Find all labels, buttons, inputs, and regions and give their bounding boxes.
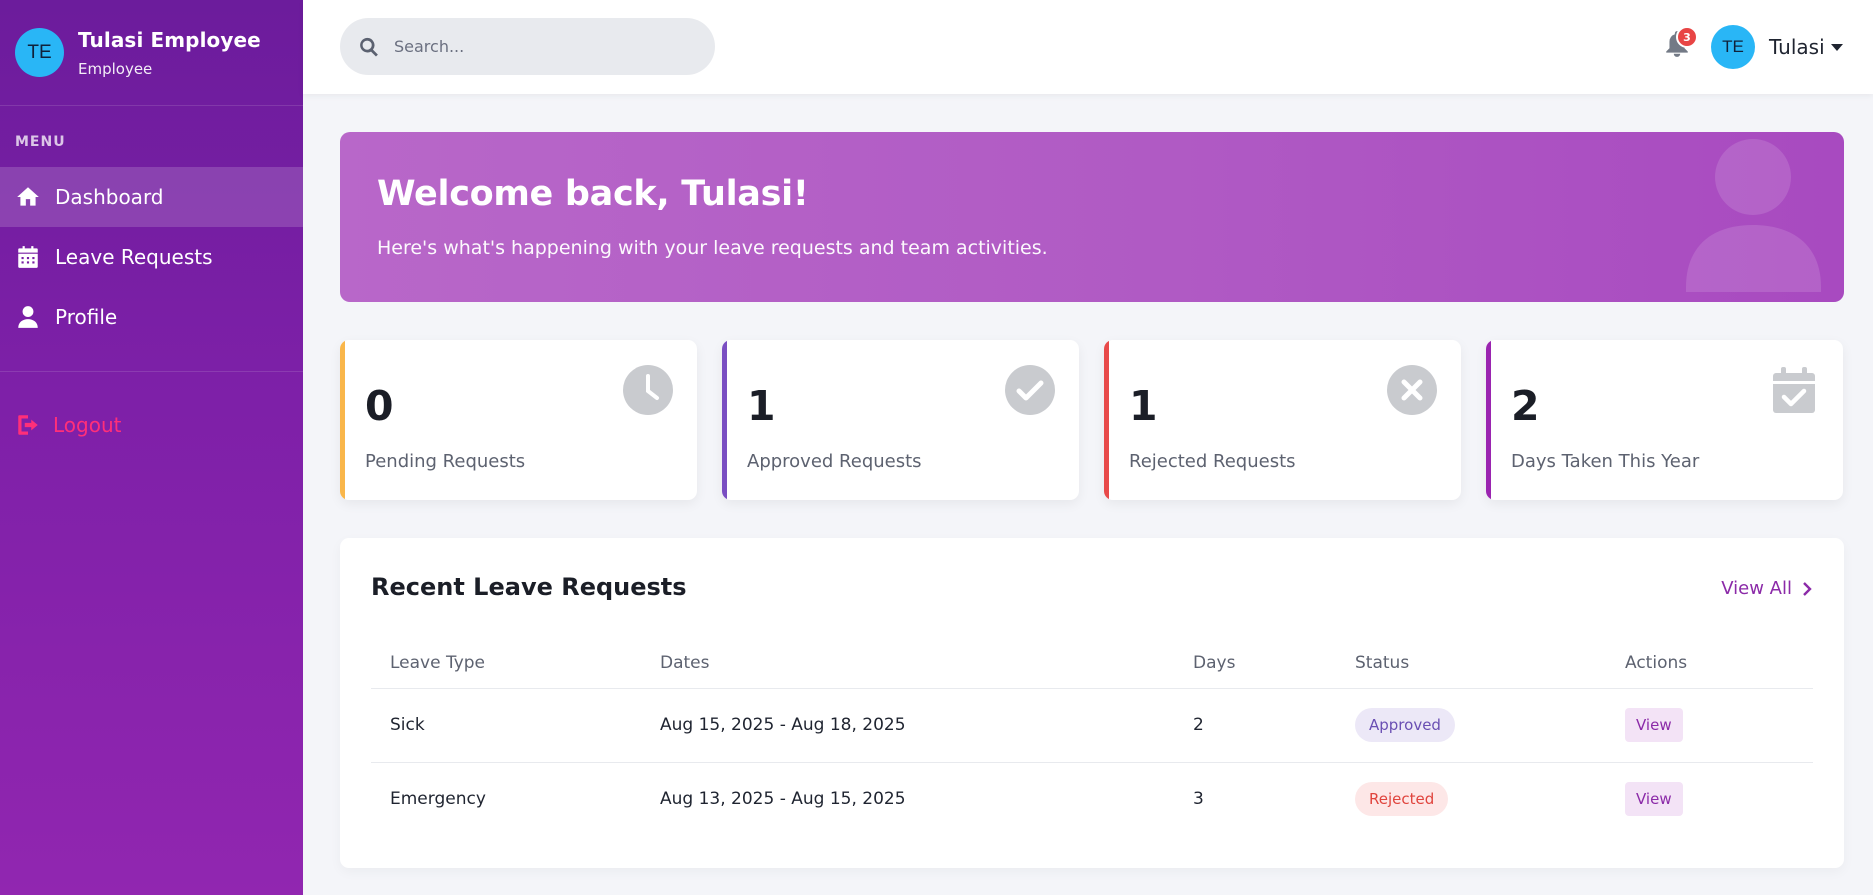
sidebar-user-name: Tulasi Employee [78, 27, 261, 52]
view-all-label: View All [1721, 578, 1792, 599]
stat-card-approved: 1 Approved Requests [722, 340, 1079, 500]
search-icon [360, 37, 378, 57]
user-silhouette-icon [1686, 137, 1821, 292]
sidebar-menu: Dashboard Leave Requests Profile [0, 167, 303, 347]
menu-divider [0, 371, 303, 372]
leave-requests-table: Leave Type Dates Days Status Actions Sic… [371, 638, 1813, 836]
calendar-check-icon [1769, 365, 1819, 415]
status-badge: Approved [1355, 708, 1455, 742]
status-cell: Approved [1336, 688, 1606, 763]
sidebar-item-leave-requests[interactable]: Leave Requests [0, 227, 303, 287]
stat-value: 1 [1129, 382, 1158, 430]
stat-value: 2 [1511, 382, 1540, 430]
section-title: Recent Leave Requests [371, 573, 687, 601]
x-circle-icon [1387, 365, 1437, 415]
leave-type-cell: Emergency [390, 789, 486, 810]
search-box [340, 18, 715, 75]
stat-accent-bar [722, 340, 727, 500]
user-icon [18, 306, 38, 328]
sidebar-item-profile[interactable]: Profile [0, 287, 303, 347]
view-button[interactable]: View [1625, 782, 1683, 817]
days-cell: 2 [1174, 688, 1336, 763]
column-header: Status [1336, 638, 1606, 689]
topbar: 3 TE Tulasi [303, 0, 1873, 94]
user-name: Tulasi [1769, 35, 1825, 59]
chevron-down-icon [1830, 43, 1843, 51]
table-header-row: Leave Type Dates Days Status Actions [371, 638, 1813, 689]
dates-cell: Aug 15, 2025 - Aug 18, 2025 [641, 688, 1174, 763]
stat-label: Rejected Requests [1129, 451, 1296, 472]
welcome-subtitle: Here's what's happening with your leave … [377, 237, 1048, 259]
home-icon [17, 187, 39, 206]
sidebar: TE Tulasi Employee Employee MENU Dashboa… [0, 0, 303, 895]
check-circle-icon [1005, 365, 1055, 415]
stat-accent-bar [1104, 340, 1109, 500]
notifications-button[interactable]: 3 [1664, 26, 1698, 60]
notification-count-badge: 3 [1676, 26, 1698, 48]
logout-link[interactable]: Logout [15, 412, 121, 438]
stat-value: 0 [365, 382, 394, 430]
avatar: TE [1711, 25, 1755, 69]
stat-card-pending: 0 Pending Requests [340, 340, 697, 500]
actions-cell: View [1606, 762, 1813, 836]
column-header: Days [1174, 638, 1336, 689]
sidebar-brand: TE Tulasi Employee Employee [0, 0, 303, 106]
logout-label: Logout [53, 413, 122, 437]
stat-value: 1 [747, 382, 776, 430]
table-row: Sick Aug 15, 2025 - Aug 18, 2025 2 Appro… [371, 688, 1813, 763]
column-header: Dates [641, 638, 1174, 689]
stat-card-rejected: 1 Rejected Requests [1104, 340, 1461, 500]
sidebar-item-dashboard[interactable]: Dashboard [0, 167, 303, 227]
leave-type-cell: Sick [371, 688, 641, 763]
stat-accent-bar [340, 340, 345, 500]
stat-card-days-taken: 2 Days Taken This Year [1486, 340, 1843, 500]
actions-cell: View [1606, 688, 1813, 763]
stat-label: Approved Requests [747, 451, 922, 472]
sidebar-item-label: Leave Requests [55, 245, 213, 269]
search-input[interactable] [394, 37, 694, 56]
sidebar-user-role: Employee [78, 59, 153, 78]
logout-icon [18, 415, 38, 435]
column-header: Leave Type [371, 638, 641, 689]
status-badge: Rejected [1355, 782, 1449, 817]
view-button[interactable]: View [1625, 708, 1683, 742]
recent-leave-requests-card: Recent Leave Requests View All Leave Typ… [340, 538, 1844, 868]
calendar-icon [18, 246, 38, 268]
avatar: TE [15, 28, 64, 77]
welcome-title: Welcome back, Tulasi! [377, 174, 809, 214]
sidebar-item-label: Dashboard [55, 185, 164, 209]
user-menu[interactable]: TE Tulasi [1711, 25, 1843, 69]
stat-accent-bar [1486, 340, 1491, 500]
chevron-right-icon [1803, 581, 1812, 596]
table-row: Emergency Aug 13, 2025 - Aug 15, 2025 3 … [371, 762, 1813, 836]
dates-cell: Aug 13, 2025 - Aug 15, 2025 [660, 789, 906, 810]
status-cell: Rejected [1336, 762, 1606, 836]
days-cell: 3 [1193, 789, 1204, 810]
stat-label: Days Taken This Year [1511, 451, 1700, 472]
clock-icon [623, 365, 673, 415]
column-header: Actions [1606, 638, 1813, 689]
welcome-banner: Welcome back, Tulasi! Here's what's happ… [340, 132, 1844, 302]
sidebar-item-label: Profile [55, 305, 118, 329]
view-all-link[interactable]: View All [1721, 578, 1814, 599]
stat-label: Pending Requests [365, 451, 526, 472]
